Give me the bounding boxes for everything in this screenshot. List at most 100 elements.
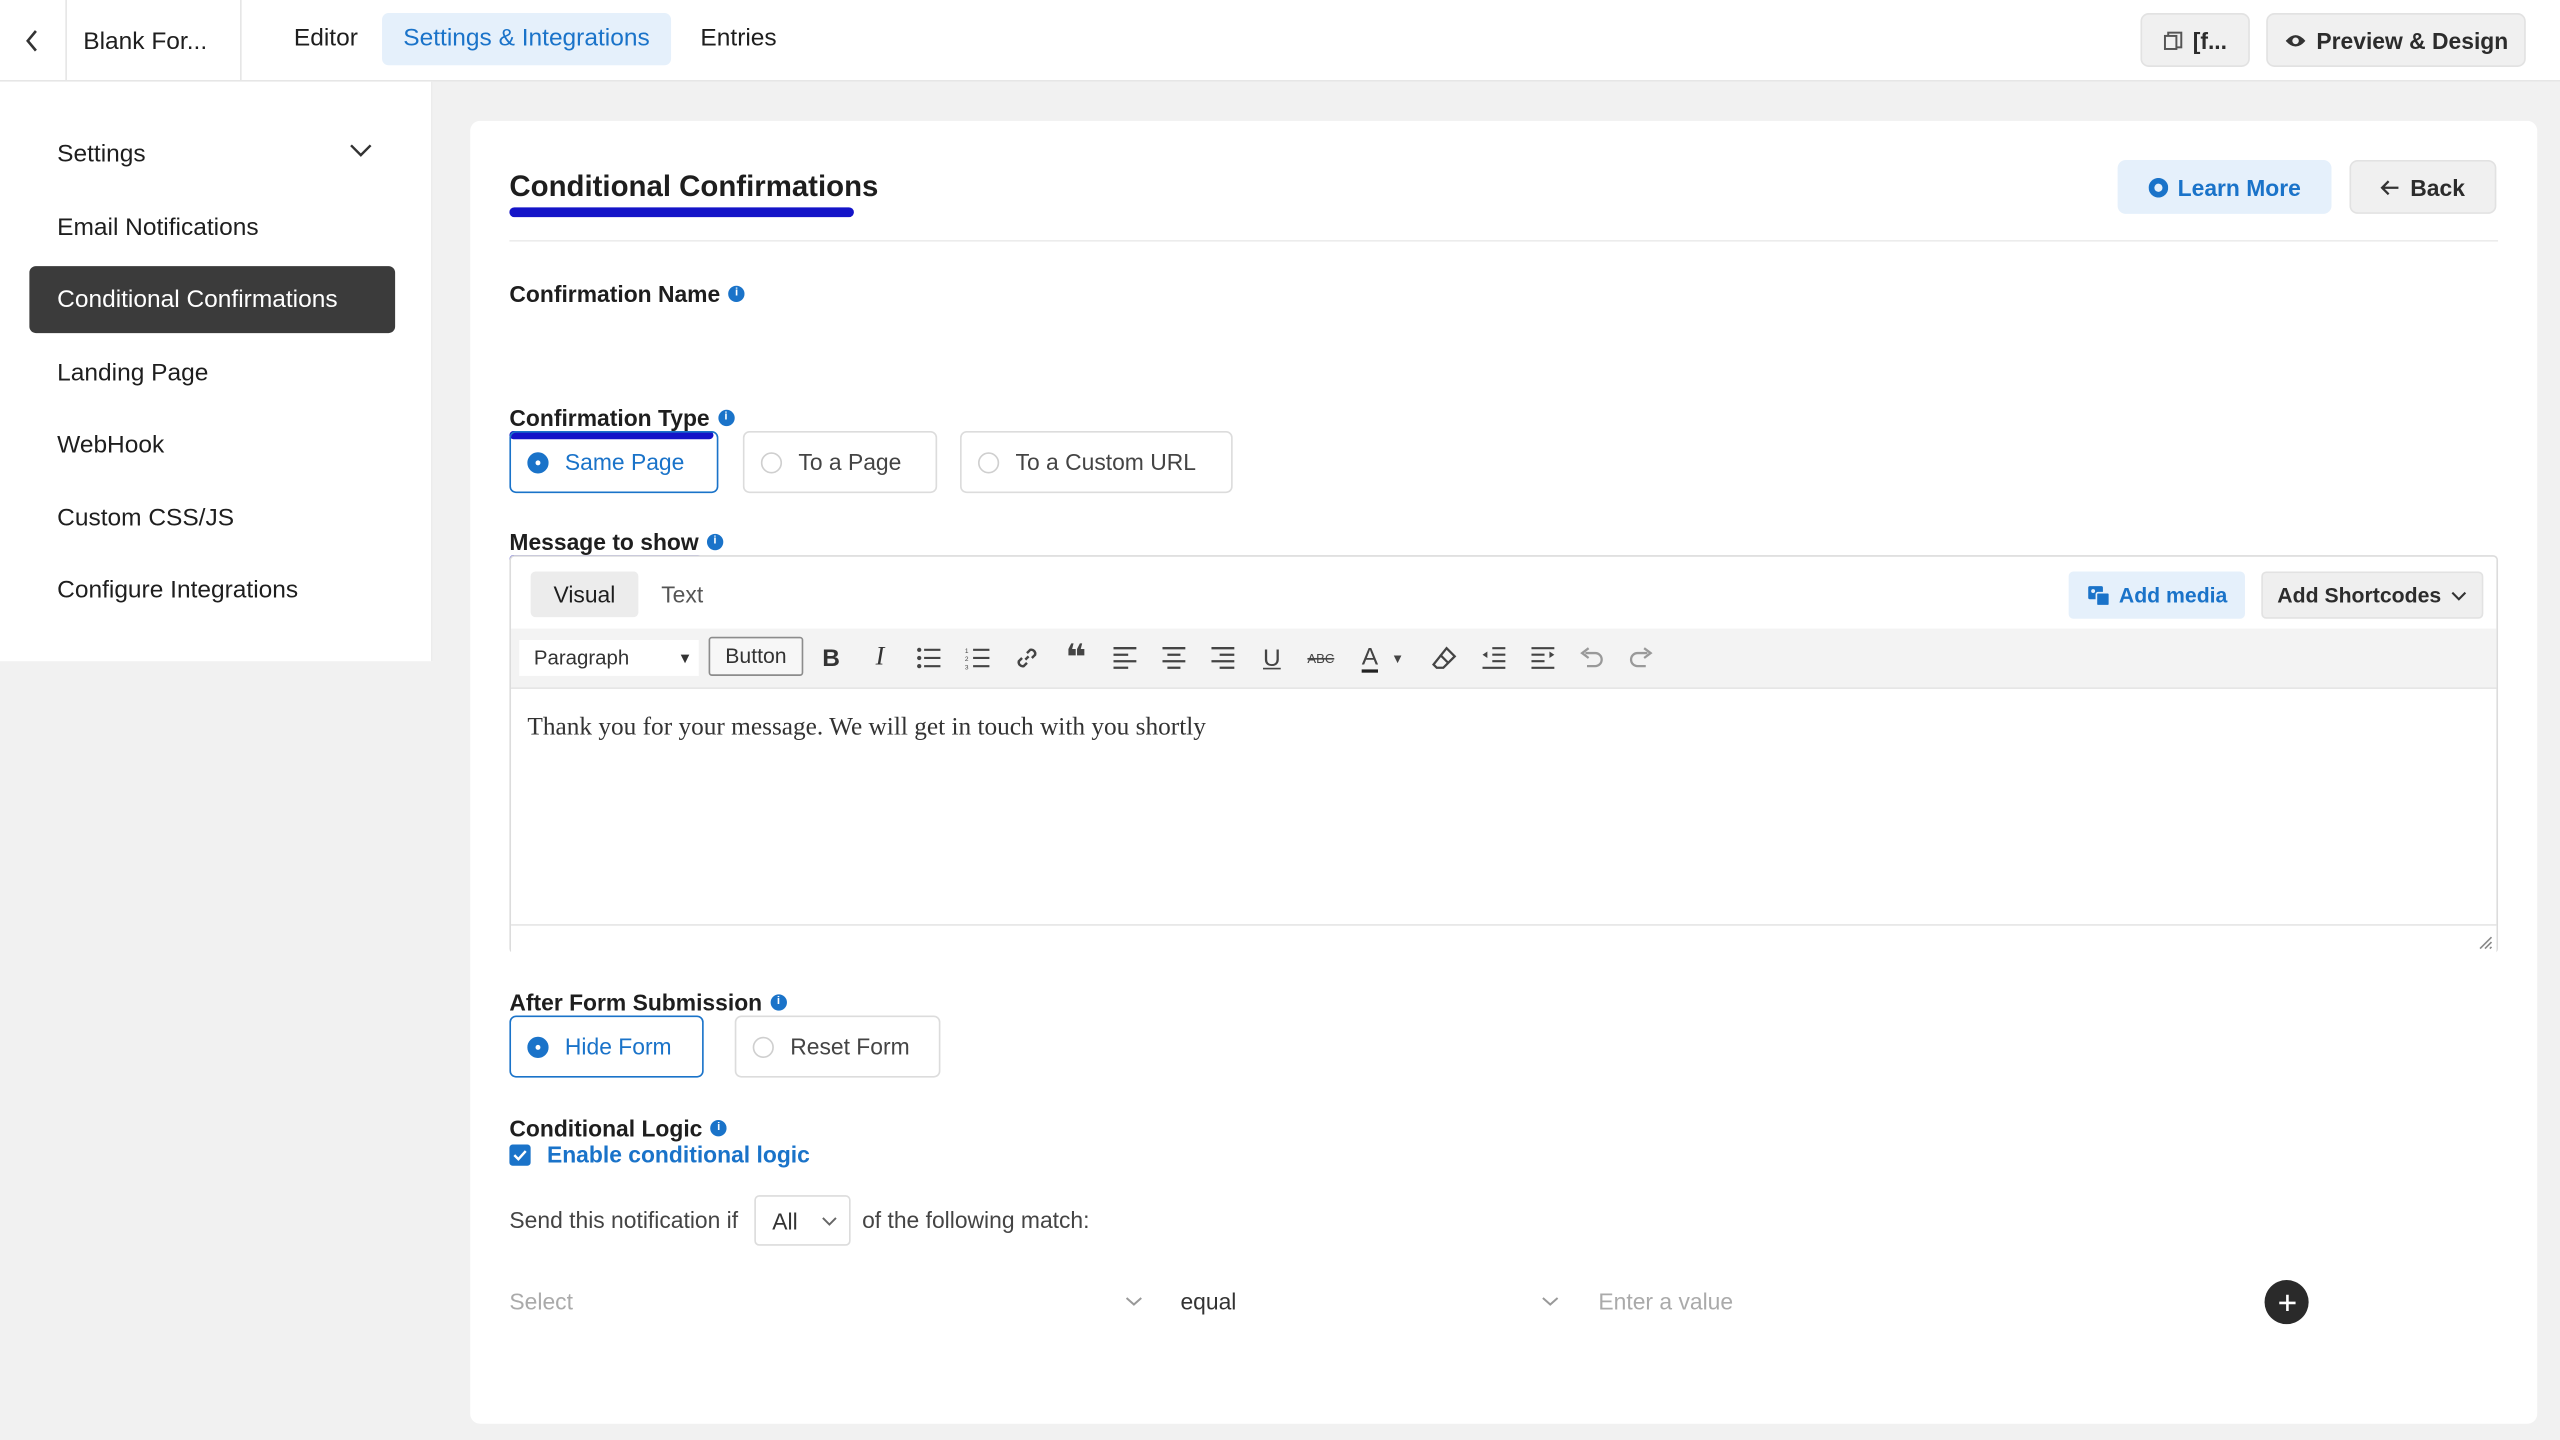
play-circle-icon bbox=[2148, 177, 2168, 197]
copy-icon bbox=[2163, 30, 2183, 50]
info-icon[interactable]: i bbox=[717, 409, 735, 427]
label-text: After Form Submission bbox=[509, 989, 763, 1016]
preview-design-button[interactable]: Preview & Design bbox=[2266, 13, 2526, 67]
underline-icon[interactable]: U bbox=[1256, 642, 1289, 675]
plus-icon bbox=[2278, 1293, 2295, 1311]
radio-label: Same Page bbox=[564, 448, 685, 476]
sidebar-item-configure-integrations[interactable]: Configure Integrations bbox=[29, 557, 395, 624]
tab-entries[interactable]: Entries bbox=[679, 13, 798, 65]
radio-reset-form[interactable]: Reset Form bbox=[734, 1015, 941, 1078]
sidebar-item-settings[interactable]: Settings bbox=[29, 121, 395, 188]
operator-value: equal bbox=[1180, 1288, 1237, 1315]
value-placeholder: Enter a value bbox=[1598, 1288, 1734, 1315]
sidebar-item-custom-css-js[interactable]: Custom CSS/JS bbox=[29, 485, 395, 552]
preview-design-label: Preview & Design bbox=[2316, 26, 2509, 54]
button-insert[interactable]: Button bbox=[708, 636, 804, 676]
sidebar-item-conditional-confirmations[interactable]: Conditional Confirmations bbox=[29, 266, 396, 334]
eraser-icon[interactable] bbox=[1429, 642, 1462, 675]
svg-text:1: 1 bbox=[965, 648, 969, 655]
enable-logic-label[interactable]: Enable conditional logic bbox=[547, 1141, 810, 1167]
learn-more-label: Learn More bbox=[2177, 173, 2301, 201]
top-bar: Blank For... Editor Settings & Integrati… bbox=[0, 0, 2560, 82]
label-text: Confirmation Name bbox=[509, 280, 721, 307]
sidebar-item-label: Settings bbox=[57, 140, 146, 169]
sidebar-item-label: WebHook bbox=[57, 431, 165, 459]
tab-settings-integrations[interactable]: Settings & Integrations bbox=[382, 13, 671, 66]
condition-field-select[interactable]: Select bbox=[509, 1283, 1142, 1319]
format-select[interactable]: Paragraph ▼ bbox=[519, 640, 699, 676]
radio-label: To a Page bbox=[798, 448, 902, 476]
blockquote-icon[interactable]: ❝ bbox=[1060, 639, 1093, 675]
match-select-value: All bbox=[772, 1207, 798, 1234]
tab-text[interactable]: Text bbox=[638, 571, 726, 617]
italic-icon[interactable]: I bbox=[864, 642, 897, 675]
sidebar-item-webhook[interactable]: WebHook bbox=[29, 411, 395, 478]
sidebar-item-email-notifications[interactable]: Email Notifications bbox=[29, 194, 395, 261]
form-title[interactable]: Blank For... bbox=[67, 0, 242, 82]
chevron-down-icon bbox=[1542, 1297, 1559, 1306]
tab-visual[interactable]: Visual bbox=[530, 571, 639, 618]
add-shortcodes-label: Add Shortcodes bbox=[2277, 582, 2442, 608]
eye-icon bbox=[2285, 34, 2305, 46]
info-icon[interactable]: i bbox=[770, 994, 787, 1011]
info-icon[interactable]: i bbox=[706, 533, 724, 551]
info-icon[interactable]: i bbox=[710, 1120, 727, 1137]
numbered-list-icon[interactable]: 123 bbox=[962, 642, 995, 675]
match-select[interactable]: All bbox=[754, 1195, 851, 1246]
message-to-show-label: Message to show i bbox=[509, 529, 724, 555]
media-icon bbox=[2087, 585, 2110, 606]
learn-more-button[interactable]: Learn More bbox=[2117, 160, 2332, 214]
enable-logic-checkbox[interactable] bbox=[509, 1144, 531, 1166]
redo-icon[interactable] bbox=[1625, 642, 1658, 675]
tab-editor[interactable]: Editor bbox=[273, 13, 379, 65]
radio-label: To a Custom URL bbox=[1015, 448, 1196, 476]
bold-icon[interactable]: B bbox=[815, 642, 848, 675]
annotation-underline bbox=[509, 207, 854, 218]
shortcode-button[interactable]: [f... bbox=[2140, 13, 2250, 67]
radio-same-page[interactable]: Same Page bbox=[509, 431, 719, 494]
divider bbox=[509, 240, 2499, 242]
sidebar-item-label: Custom CSS/JS bbox=[57, 504, 235, 533]
link-icon[interactable] bbox=[1011, 642, 1044, 675]
sidebar-item-label: Configure Integrations bbox=[57, 576, 299, 605]
align-right-icon[interactable] bbox=[1207, 642, 1240, 675]
outdent-icon[interactable] bbox=[1478, 642, 1511, 675]
undo-icon[interactable] bbox=[1576, 642, 1609, 675]
sidebar-item-label: Email Notifications bbox=[57, 213, 259, 242]
radio-to-a-page[interactable]: To a Page bbox=[742, 431, 938, 494]
sidebar-item-landing-page[interactable]: Landing Page bbox=[29, 340, 395, 407]
resize-handle-icon[interactable] bbox=[2478, 936, 2493, 951]
radio-to-custom-url[interactable]: To a Custom URL bbox=[960, 431, 1233, 494]
sidebar-item-label: Conditional Confirmations bbox=[57, 285, 338, 314]
info-icon[interactable]: i bbox=[728, 285, 745, 303]
indent-icon[interactable] bbox=[1527, 642, 1560, 675]
add-media-button[interactable]: Add media bbox=[2068, 571, 2245, 619]
editor-toolbar: Paragraph ▼ Button B I 123 ❝ U ABC A ▼ bbox=[511, 628, 2497, 689]
radio-indicator bbox=[527, 451, 549, 473]
main-card: Conditional Confirmations Learn More Bac… bbox=[470, 120, 2538, 1424]
back-button[interactable]: Back bbox=[2349, 160, 2497, 214]
sidebar: Settings Email Notifications Conditional… bbox=[0, 81, 433, 662]
align-center-icon[interactable] bbox=[1158, 642, 1191, 675]
text-color-icon[interactable]: A ▼ bbox=[1354, 642, 1413, 675]
radio-indicator bbox=[752, 1035, 774, 1058]
field-select-placeholder: Select bbox=[509, 1288, 573, 1315]
confirmation-type-label: Confirmation Type i bbox=[509, 405, 735, 431]
editor-tabs: Visual Text Add media Add Shortcodes bbox=[511, 557, 2496, 629]
shortcode-label: [f... bbox=[2192, 26, 2228, 54]
bullet-list-icon[interactable] bbox=[913, 642, 946, 675]
add-shortcodes-button[interactable]: Add Shortcodes bbox=[2261, 571, 2484, 619]
radio-label: Hide Form bbox=[564, 1033, 672, 1060]
checkmark-icon bbox=[513, 1150, 527, 1161]
condition-value-input[interactable]: Enter a value bbox=[1598, 1283, 2218, 1319]
add-condition-button[interactable] bbox=[2264, 1280, 2309, 1325]
condition-operator-select[interactable]: equal bbox=[1180, 1283, 1559, 1319]
editor-content[interactable]: Thank you for your message. We will get … bbox=[527, 713, 1206, 742]
strikethrough-icon[interactable]: ABC bbox=[1305, 642, 1338, 675]
back-label: Back bbox=[2410, 173, 2465, 201]
sidebar-item-label: Landing Page bbox=[57, 359, 209, 387]
radio-hide-form[interactable]: Hide Form bbox=[509, 1015, 704, 1078]
back-arrow-icon[interactable] bbox=[0, 0, 67, 82]
align-left-icon[interactable] bbox=[1109, 642, 1142, 675]
caret-down-icon: ▼ bbox=[677, 649, 693, 667]
